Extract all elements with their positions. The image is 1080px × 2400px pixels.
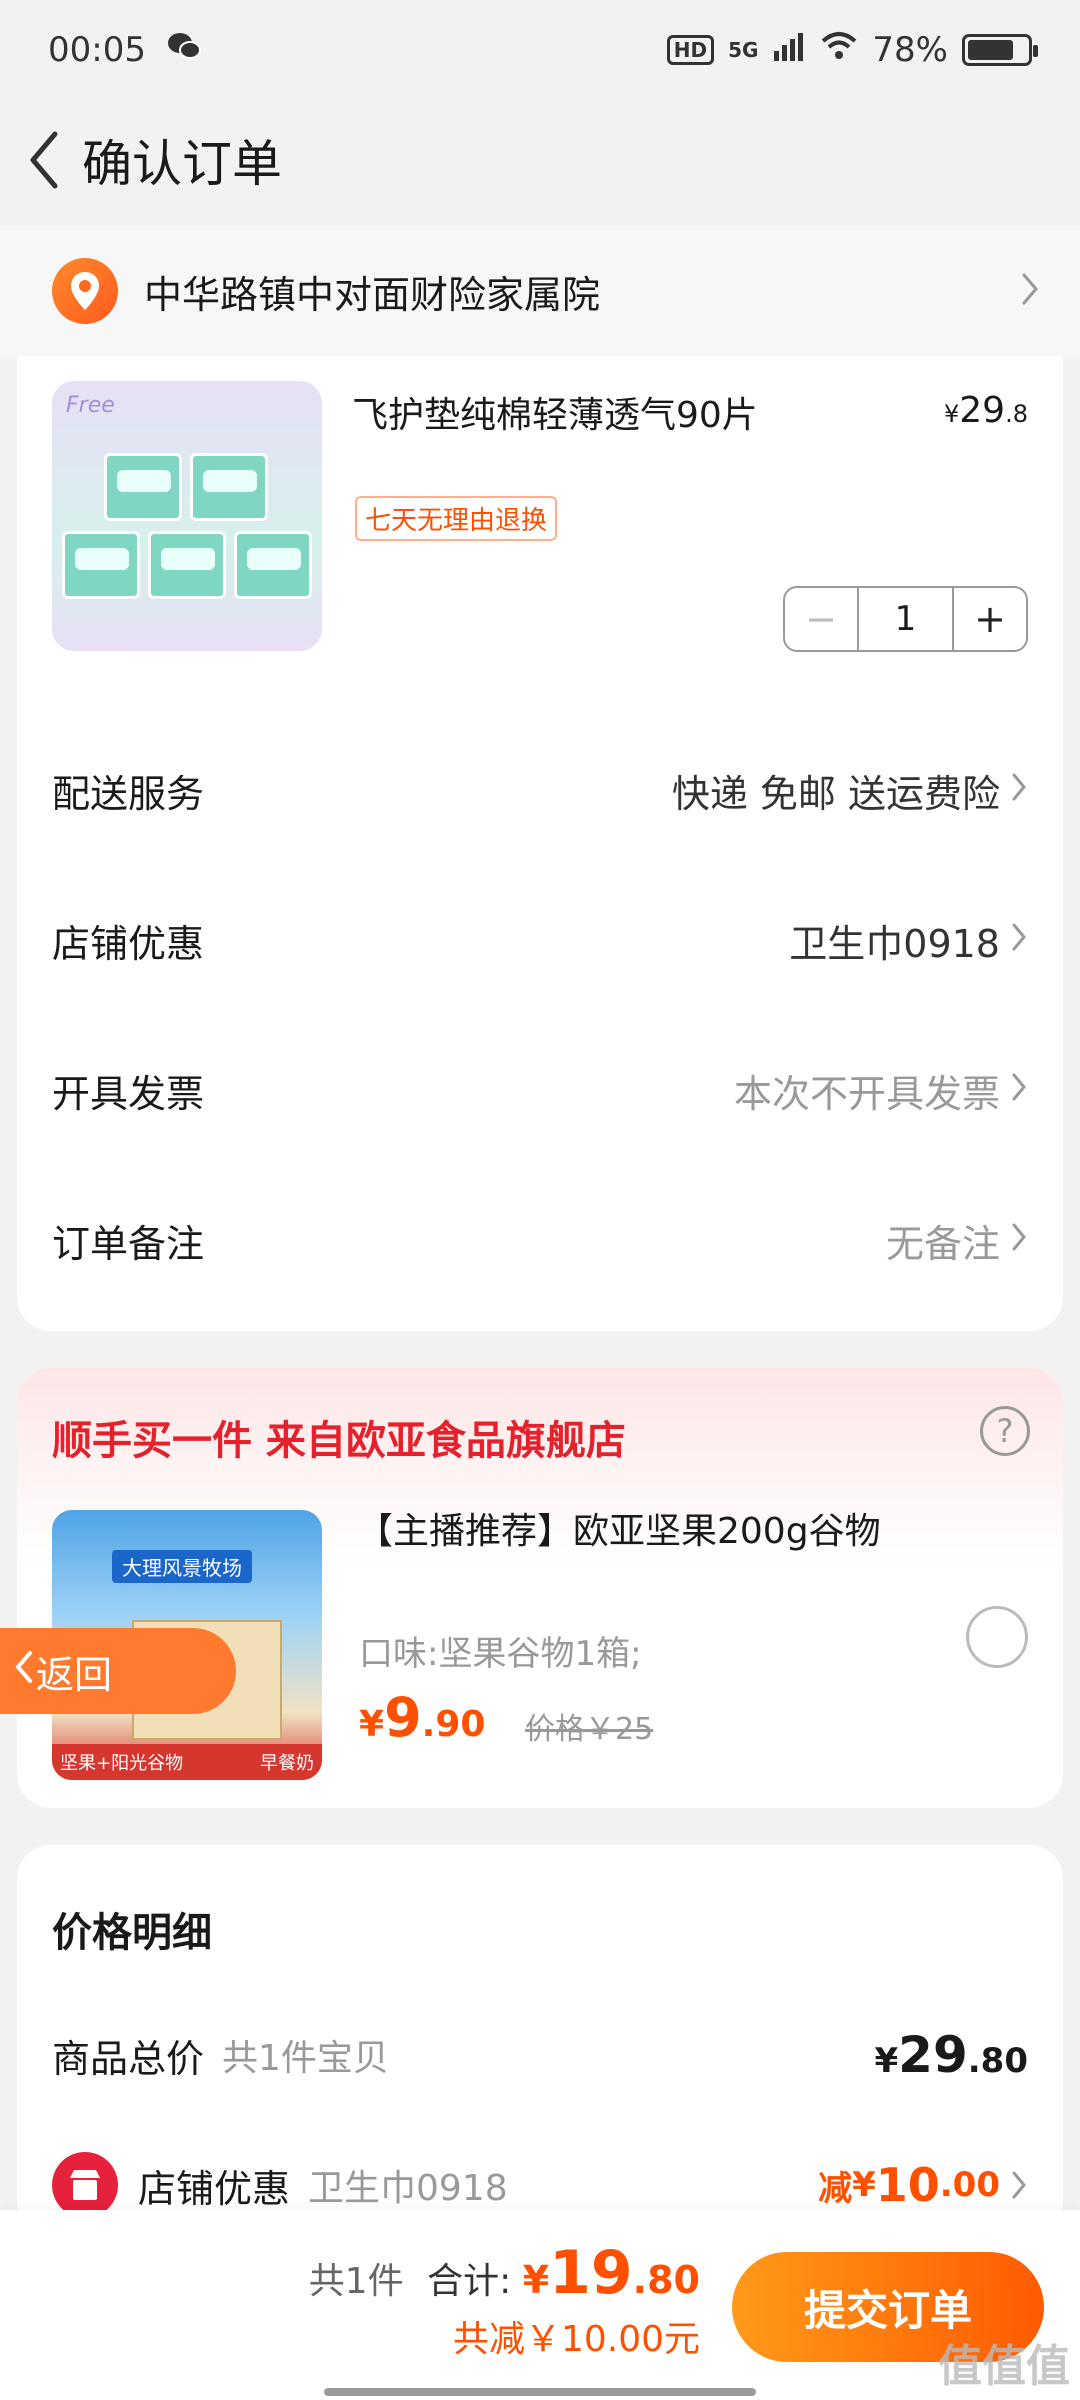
hd-icon: HD <box>666 35 715 65</box>
invoice-row[interactable]: 开具发票 本次不开具发票 <box>52 1050 1028 1130</box>
delivery-label: 配送服务 <box>52 771 205 816</box>
delivery-value: 快递 免邮 送运费险 <box>671 771 1000 816</box>
order-card: Free 飞护垫纯棉轻薄透气90片 ¥29.8 七天无理由退换 − 1 + 配送… <box>17 356 1063 1331</box>
price-detail-title: 价格明细 <box>52 1910 212 1956</box>
invoice-value: 本次不开具发票 <box>733 1071 1000 1116</box>
checkout-bar: 共1件 合计: ¥19.80 共减￥10.00元 提交订单 <box>0 2210 1080 2400</box>
product-image[interactable]: Free <box>52 381 322 651</box>
total-price-row: 商品总价 共1件宝贝 ¥29.80 <box>52 2015 1028 2095</box>
item-count: 共1件 <box>308 2261 404 2302</box>
sum-amount: ¥19.80 <box>522 2238 700 2308</box>
sum-label: 合计: <box>427 2261 512 2302</box>
recommend-original-price: 价格￥25 <box>525 1712 654 1747</box>
price-detail-card: 价格明细 商品总价 共1件宝贝 ¥29.80 店铺优惠 卫生巾0918 减 ¥10… <box>17 1845 1063 2265</box>
order-note-value: 无备注 <box>885 1221 1000 1266</box>
floating-back-label: 返回 <box>36 1652 113 1697</box>
quantity-stepper: − 1 + <box>783 586 1028 652</box>
address-text: 中华路镇中对面财险家属院 <box>144 272 601 317</box>
wifi-icon <box>820 30 858 70</box>
chevron-right-icon <box>1010 1218 1028 1262</box>
shop-discount-row[interactable]: 店铺优惠 卫生巾0918 <box>52 900 1028 980</box>
shop-discount-detail-label: 店铺优惠 <box>138 2166 291 2211</box>
location-pin-icon <box>52 258 118 324</box>
chevron-right-icon <box>1010 918 1028 962</box>
page-title: 确认订单 <box>82 135 282 193</box>
nav-bar: 确认订单 <box>0 110 1080 210</box>
shop-discount-detail-sub: 卫生巾0918 <box>308 2168 508 2209</box>
saved-amount: 共减￥10.00元 <box>452 2319 700 2360</box>
address-row[interactable]: 中华路镇中对面财险家属院 <box>0 226 1080 356</box>
product-price: ¥29.8 <box>944 390 1028 431</box>
totals: 共1件 合计: ¥19.80 共减￥10.00元 <box>309 2238 700 2362</box>
total-count: 共1件宝贝 <box>222 2038 389 2079</box>
signal-icon <box>772 30 806 70</box>
delivery-row[interactable]: 配送服务 快递 免邮 送运费险 <box>52 750 1028 830</box>
recommend-card: 顺手买一件 来自欧亚食品旗舰店 ? 大理风景牧场 坚果+阳光谷物 早餐奶 【主播推… <box>17 1368 1063 1808</box>
product-name[interactable]: 飞护垫纯棉轻薄透气90片 <box>352 386 758 438</box>
shop-discount-amount: 减 ¥10.00 <box>818 2158 1028 2212</box>
increase-button[interactable]: + <box>954 588 1026 650</box>
quantity-value[interactable]: 1 <box>857 588 954 650</box>
home-indicator[interactable] <box>324 2388 756 2396</box>
total-label: 商品总价 <box>52 2036 205 2081</box>
watermark-logo: 值值值 <box>938 2341 1070 2392</box>
return-policy-tag: 七天无理由退换 <box>355 496 558 541</box>
network-label: 5G <box>728 38 759 62</box>
help-icon[interactable]: ? <box>980 1406 1030 1456</box>
chevron-right-icon <box>1010 768 1028 812</box>
chevron-right-icon <box>1010 2158 1028 2212</box>
order-note-row[interactable]: 订单备注 无备注 <box>52 1200 1028 1280</box>
chevron-right-icon <box>1020 271 1040 311</box>
recommend-product-name[interactable]: 【主播推荐】欧亚坚果200g谷物 <box>357 1508 917 1556</box>
shop-icon <box>52 2152 118 2218</box>
back-arrow-icon[interactable] <box>14 120 74 200</box>
product-brand-logo: Free <box>66 393 115 418</box>
status-bar: 00:05 HD 5G 78% <box>0 0 1080 100</box>
status-time: 00:05 <box>48 30 146 70</box>
battery-icon <box>962 34 1038 66</box>
recommend-title: 顺手买一件 来自欧亚食品旗舰店 <box>52 1418 626 1464</box>
floating-back-button[interactable]: 返回 <box>0 1628 236 1714</box>
shop-discount-value: 卫生巾0918 <box>789 921 1000 966</box>
chevron-left-icon <box>12 1647 36 1696</box>
recommend-price: ¥9.90 <box>359 1686 486 1749</box>
order-note-label: 订单备注 <box>52 1221 205 1266</box>
shop-discount-label: 店铺优惠 <box>52 921 205 966</box>
battery-percent: 78% <box>872 30 948 70</box>
wechat-icon <box>166 30 202 71</box>
invoice-label: 开具发票 <box>52 1071 205 1116</box>
total-amount: ¥29.80 <box>874 2026 1029 2084</box>
recommend-select-radio[interactable] <box>966 1606 1028 1668</box>
decrease-button[interactable]: − <box>785 588 857 650</box>
recommend-flavor: 口味:坚果谷物1箱; <box>359 1634 642 1674</box>
chevron-right-icon <box>1010 1068 1028 1112</box>
